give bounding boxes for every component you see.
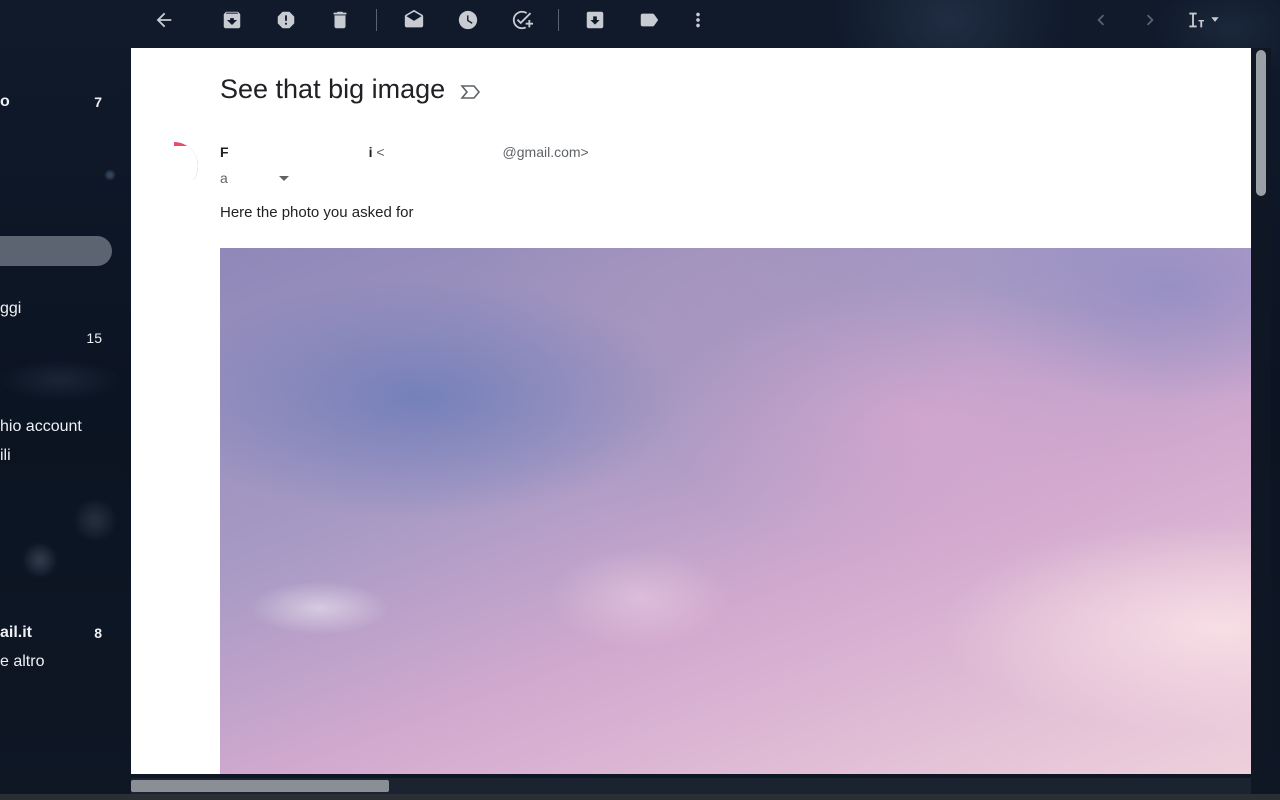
toolbar-divider [558, 9, 559, 31]
label-icon[interactable] [635, 6, 663, 34]
sidebar-item-count: 7 [94, 94, 102, 110]
sidebar-item[interactable]: ail.it 8 [0, 619, 112, 647]
sidebar: o 7 ggi 15 hio account ili ail.it 8 e al… [0, 48, 130, 800]
sidebar-item-label: ili [0, 447, 11, 464]
message-pane: See that big image Fi < @gmail.com> a Her… [131, 48, 1251, 774]
sender-avatar[interactable] [150, 142, 198, 190]
sidebar-item[interactable]: 15 [0, 324, 112, 352]
horizontal-scrollbar-thumb[interactable] [131, 780, 389, 792]
sender-line: Fi < @gmail.com> [220, 144, 589, 160]
sidebar-selected-item[interactable] [0, 236, 112, 266]
message-body: Here the photo you asked for [220, 204, 414, 221]
sidebar-item-count: 8 [94, 625, 102, 641]
delete-icon[interactable] [326, 6, 354, 34]
sidebar-item[interactable]: e altro [0, 648, 112, 676]
sidebar-item[interactable]: ili [0, 442, 112, 470]
sidebar-item-label: hio account [0, 418, 82, 435]
report-spam-icon[interactable] [272, 6, 300, 34]
sidebar-item[interactable]: ggi [0, 295, 112, 323]
sender-email-open: < [376, 144, 385, 160]
archive-icon[interactable] [218, 6, 246, 34]
next-icon[interactable] [1136, 6, 1164, 34]
message-subject: See that big image [220, 74, 446, 104]
sidebar-item[interactable]: o 7 [0, 88, 112, 116]
move-to-icon[interactable] [581, 6, 609, 34]
show-details-caret-icon[interactable] [279, 176, 289, 181]
sidebar-item-label: ggi [0, 300, 22, 317]
back-arrow-icon[interactable] [150, 6, 178, 34]
attached-photo[interactable] [220, 248, 1251, 774]
recipient-line: a [220, 170, 228, 186]
sender-email-domain: @gmail.com> [502, 144, 589, 160]
sidebar-item-count: 15 [86, 330, 102, 346]
sidebar-item-label: e altro [0, 653, 45, 670]
sender-name-end[interactable]: i [369, 144, 373, 160]
sidebar-item[interactable]: hio account [0, 413, 112, 441]
input-tools-icon[interactable] [1182, 6, 1226, 34]
add-to-tasks-icon[interactable] [508, 6, 536, 34]
more-vert-icon[interactable] [684, 6, 712, 34]
sidebar-item-label: o [0, 93, 10, 110]
importance-label-icon[interactable] [459, 80, 483, 104]
message-toolbar [0, 0, 1280, 40]
sidebar-item-label: ail.it [0, 624, 33, 641]
prev-icon[interactable] [1087, 6, 1115, 34]
snooze-icon[interactable] [454, 6, 482, 34]
vertical-scrollbar-thumb[interactable] [1256, 50, 1266, 196]
mark-unread-icon[interactable] [400, 6, 428, 34]
sender-name-start[interactable]: F [220, 144, 229, 160]
bottom-strip [0, 794, 1280, 800]
toolbar-divider [376, 9, 377, 31]
